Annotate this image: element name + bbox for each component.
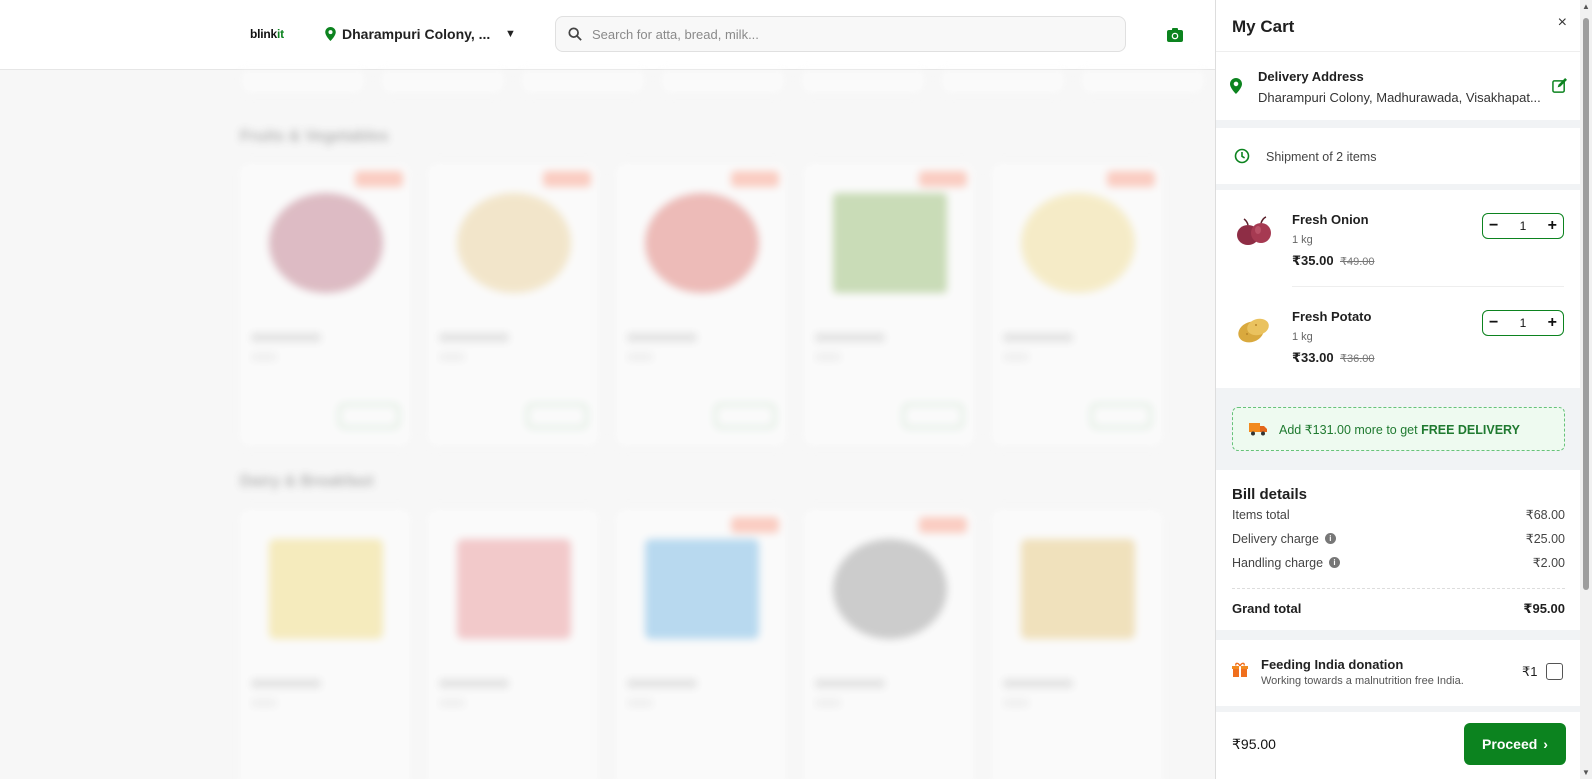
increment-button[interactable]: + bbox=[1548, 218, 1557, 234]
bill-divider bbox=[1232, 588, 1565, 589]
bill-details-title: Bill details bbox=[1232, 486, 1308, 503]
close-icon[interactable]: × bbox=[1558, 14, 1567, 32]
cart-header: My Cart × bbox=[1216, 0, 1581, 52]
cart-title: My Cart bbox=[1232, 17, 1295, 36]
items-total-row: Items total ₹68.00 bbox=[1232, 507, 1565, 523]
scroll-up-icon[interactable]: ▲ bbox=[1582, 2, 1590, 11]
handling-charge-value: ₹2.00 bbox=[1532, 556, 1565, 570]
location-dropdown-icon[interactable]: ▼ bbox=[505, 28, 516, 40]
free-delivery-banner: Add ₹131.00 more to get FREE DELIVERY bbox=[1232, 407, 1565, 451]
delivery-charge-row: Delivery charge i ₹25.00 bbox=[1232, 531, 1565, 547]
quantity-value: 1 bbox=[1519, 219, 1527, 233]
quantity-value: 1 bbox=[1519, 316, 1527, 330]
cart-footer: ₹95.00 Proceed › bbox=[1216, 712, 1581, 779]
cart-item: Fresh Onion 1 kg ₹35.00 ₹49.00 − 1 + bbox=[1216, 190, 1581, 287]
items-total-value: ₹68.00 bbox=[1525, 508, 1565, 522]
shipment-text: Shipment of 2 items bbox=[1266, 150, 1377, 164]
delivery-truck-icon bbox=[1249, 423, 1267, 436]
footer-total: ₹95.00 bbox=[1232, 736, 1276, 752]
shipment-card: Shipment of 2 items bbox=[1216, 128, 1581, 184]
item-mrp: ₹36.00 bbox=[1340, 353, 1375, 365]
decrement-button[interactable]: − bbox=[1489, 315, 1498, 331]
handling-charge-row: Handling charge i ₹2.00 bbox=[1232, 555, 1565, 571]
edit-address-icon[interactable] bbox=[1552, 78, 1567, 93]
quantity-stepper: − 1 + bbox=[1482, 213, 1564, 239]
donation-subtitle: Working towards a malnutrition free Indi… bbox=[1261, 675, 1464, 687]
location-pin-icon bbox=[325, 27, 336, 41]
item-price: ₹35.00 bbox=[1292, 253, 1334, 268]
camera-icon[interactable] bbox=[1166, 27, 1184, 43]
donation-amount: ₹1 bbox=[1522, 664, 1538, 679]
info-icon[interactable]: i bbox=[1329, 557, 1341, 568]
location-selector[interactable]: Dharampuri Colony, ... bbox=[325, 26, 490, 42]
location-pin-icon bbox=[1230, 78, 1242, 94]
item-price: ₹33.00 bbox=[1292, 350, 1334, 365]
quantity-stepper: − 1 + bbox=[1482, 310, 1564, 336]
delivery-charge-value: ₹25.00 bbox=[1525, 532, 1565, 546]
cart-drawer: My Cart × Delivery Address Dharampuri Co… bbox=[1215, 0, 1592, 779]
cart-item: Fresh Potato 1 kg ₹33.00 ₹36.00 − 1 + bbox=[1216, 287, 1581, 375]
donation-title: Feeding India donation bbox=[1261, 657, 1404, 672]
bill-details: Bill details Items total ₹68.00 Delivery… bbox=[1216, 470, 1581, 630]
potato-image bbox=[1238, 318, 1269, 343]
grand-total-row: Grand total ₹95.00 bbox=[1232, 601, 1565, 616]
item-name: Fresh Potato bbox=[1292, 309, 1372, 324]
free-delivery-text: Add ₹131.00 more to get FREE DELIVERY bbox=[1279, 422, 1520, 437]
item-name: Fresh Onion bbox=[1292, 212, 1369, 227]
cart-items-list: Fresh Onion 1 kg ₹35.00 ₹49.00 − 1 + Fre… bbox=[1216, 190, 1581, 388]
item-mrp: ₹49.00 bbox=[1340, 256, 1375, 268]
cart-backdrop[interactable] bbox=[0, 70, 1215, 779]
location-text: Dharampuri Colony, ... bbox=[342, 26, 491, 42]
info-icon[interactable]: i bbox=[1324, 533, 1336, 544]
onion-image bbox=[1237, 216, 1271, 245]
scroll-down-icon[interactable]: ▼ bbox=[1582, 768, 1590, 777]
scrollbar-thumb[interactable] bbox=[1583, 18, 1589, 590]
item-quantity: 1 kg bbox=[1292, 331, 1313, 343]
delivery-address-card: Delivery Address Dharampuri Colony, Madh… bbox=[1216, 52, 1581, 120]
proceed-button[interactable]: Proceed › bbox=[1464, 723, 1566, 765]
increment-button[interactable]: + bbox=[1548, 315, 1557, 331]
donation-checkbox[interactable] bbox=[1546, 663, 1563, 680]
donation-card: Feeding India donation Working towards a… bbox=[1216, 640, 1581, 706]
search-bar[interactable] bbox=[555, 16, 1126, 52]
blinkit-logo[interactable]: blinkit bbox=[250, 27, 284, 41]
gift-icon bbox=[1232, 662, 1248, 677]
delivery-address-title: Delivery Address bbox=[1258, 69, 1364, 84]
clock-icon bbox=[1234, 148, 1250, 164]
item-quantity: 1 kg bbox=[1292, 234, 1313, 246]
decrement-button[interactable]: − bbox=[1489, 218, 1498, 234]
cart-scrollbar[interactable]: ▲ ▼ bbox=[1580, 0, 1592, 779]
search-icon bbox=[568, 27, 582, 41]
chevron-right-icon: › bbox=[1543, 736, 1548, 752]
grand-total-value: ₹95.00 bbox=[1523, 601, 1565, 616]
delivery-address-text: Dharampuri Colony, Madhurawada, Visakhap… bbox=[1258, 90, 1541, 105]
search-input[interactable] bbox=[592, 26, 1092, 42]
